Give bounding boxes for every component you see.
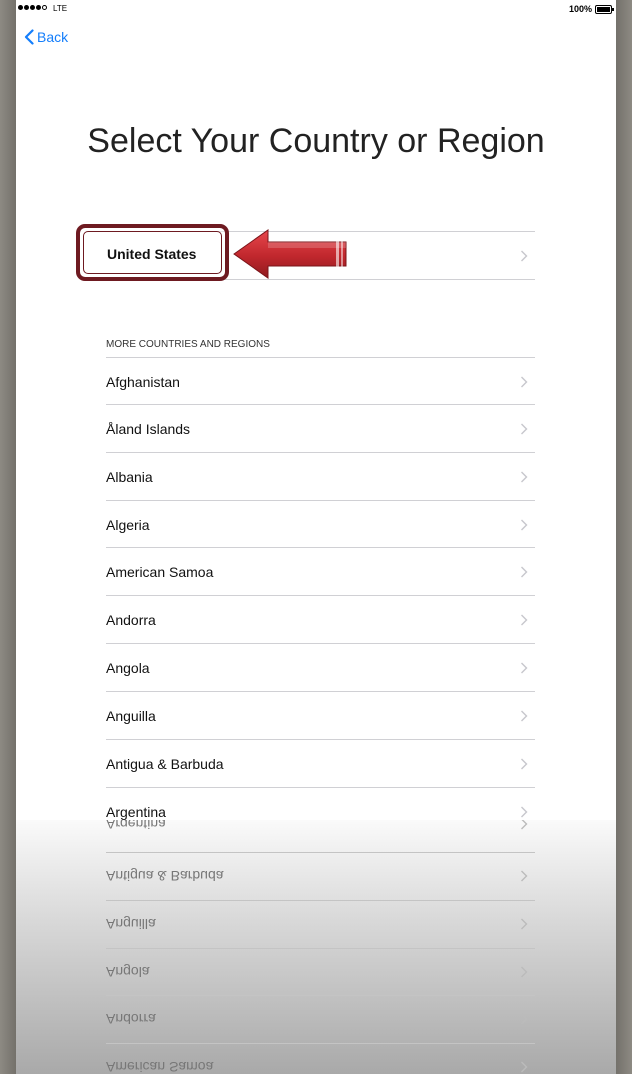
country-row[interactable]: Andorra	[106, 595, 535, 643]
red-arrow-icon	[233, 229, 347, 279]
country-label: Åland Islands	[106, 420, 191, 437]
chevron-right-icon	[521, 250, 528, 261]
screen-reflection: Argentina Antigua & Barbuda Anguilla Ang…	[16, 820, 616, 1074]
battery-icon	[595, 5, 614, 14]
country-label: Algeria	[106, 516, 150, 533]
chevron-right-icon	[521, 710, 528, 721]
setup-screen: LTE 100% Back Select Your Country or Reg…	[16, 0, 616, 820]
country-label: American Samoa	[106, 563, 214, 580]
country-row[interactable]: Argentina	[106, 787, 535, 820]
page-title: Select Your Country or Region	[87, 122, 545, 160]
chevron-right-icon	[521, 1062, 528, 1073]
country-row[interactable]: Antigua & Barbuda	[106, 739, 535, 787]
reflection-row: American Samoa	[106, 1043, 535, 1074]
status-bar: LTE 100%	[16, 0, 616, 20]
reflection-row: Anguilla	[106, 900, 535, 948]
country-label: Argentina	[106, 803, 166, 820]
carrier-label: LTE	[53, 4, 68, 13]
back-button[interactable]: Back	[24, 29, 68, 45]
suggested-country-label[interactable]: United States	[107, 246, 196, 262]
chevron-right-icon	[521, 919, 528, 930]
country-row[interactable]: Åland Islands	[106, 404, 535, 452]
chevron-right-icon	[521, 471, 528, 482]
country-row[interactable]: Angola	[106, 643, 535, 691]
chevron-right-icon	[521, 376, 528, 387]
chevron-right-icon	[521, 566, 528, 577]
chevron-right-icon	[521, 820, 528, 830]
chevron-right-icon	[521, 1014, 528, 1025]
country-label: Afghanistan	[106, 373, 180, 390]
country-row[interactable]: Anguilla	[106, 691, 535, 739]
country-label: Angola	[106, 659, 150, 676]
chevron-right-icon	[521, 614, 528, 625]
reflection-row: Argentina	[106, 820, 535, 848]
country-label: Anguilla	[106, 707, 156, 724]
reflection-row: Antigua & Barbuda	[106, 852, 535, 900]
chevron-right-icon	[521, 519, 528, 530]
country-row[interactable]: American Samoa	[106, 547, 535, 595]
country-label: Andorra	[106, 611, 156, 628]
country-label: Albania	[106, 468, 153, 485]
back-label: Back	[37, 29, 69, 45]
chevron-right-icon	[521, 423, 528, 434]
chevron-left-icon	[24, 29, 34, 45]
country-row[interactable]: Albania	[106, 452, 535, 500]
chevron-right-icon	[521, 871, 528, 882]
section-header: MORE COUNTRIES AND REGIONS	[106, 339, 270, 350]
battery-percent: 100%	[568, 4, 592, 14]
reflection-row: Andorra	[106, 995, 535, 1043]
chevron-right-icon	[521, 806, 528, 817]
chevron-right-icon	[521, 758, 528, 769]
country-label: Antigua & Barbuda	[106, 755, 224, 772]
chevron-right-icon	[521, 967, 528, 978]
chevron-right-icon	[521, 662, 528, 673]
reflection-row: Angola	[106, 948, 535, 996]
signal-icon	[18, 5, 47, 10]
country-row[interactable]: Afghanistan	[106, 357, 535, 405]
country-row[interactable]: Algeria	[106, 500, 535, 548]
